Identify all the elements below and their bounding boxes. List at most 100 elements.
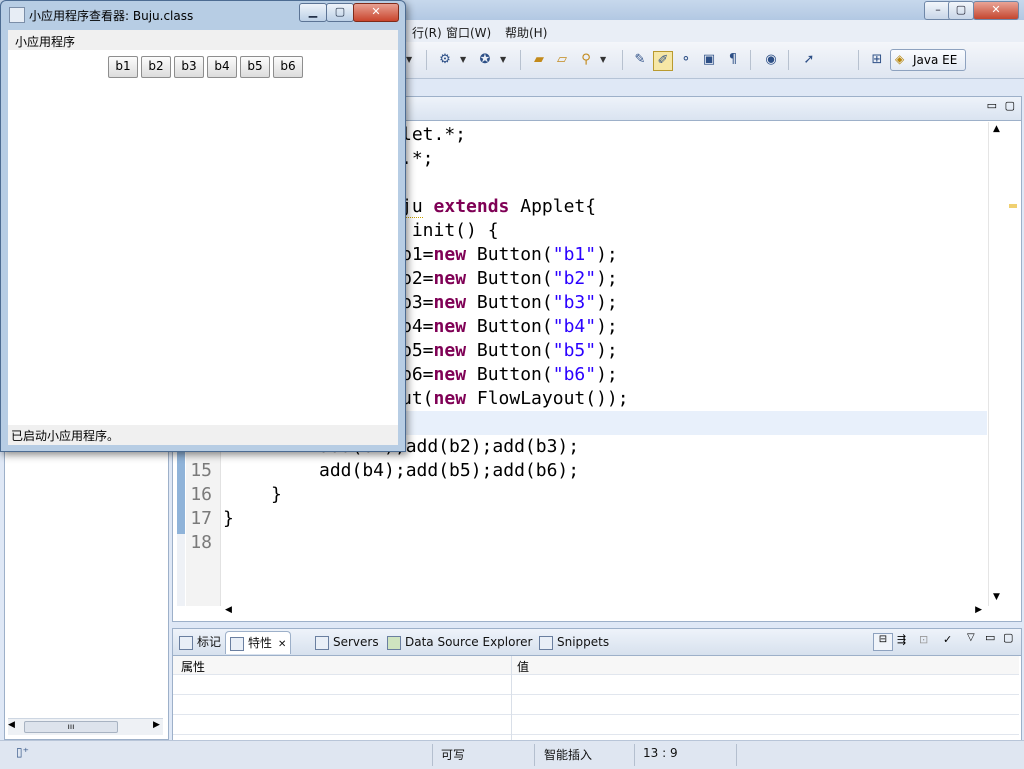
code-line: ut(new FlowLayout()); (401, 388, 629, 409)
applet-maximize-button[interactable]: ▢ (326, 3, 354, 22)
close-icon[interactable]: ✕ (278, 639, 286, 650)
eclipse-close-button[interactable]: ✕ (973, 1, 1019, 20)
minimize-icon[interactable]: ▭ (985, 631, 995, 644)
applet-status-text: 已启动小应用程序。 (11, 429, 120, 443)
code-line: b2=new Button("b2"); (401, 268, 618, 289)
applet-window-title: 小应用程序查看器: Buju.class (29, 9, 194, 23)
tab-data-source-explorer[interactable]: Data Source Explorer (383, 631, 536, 653)
block-select-icon[interactable]: ▣ (700, 51, 718, 69)
scroll-up-icon[interactable]: ▲ (993, 124, 1000, 134)
scroll-left-icon[interactable]: ◀ (225, 605, 232, 615)
menu-run[interactable]: 行(R) (412, 24, 442, 41)
fast-view-icon[interactable]: ▯⁺ (16, 745, 29, 759)
maximize-icon[interactable]: ▢ (1005, 99, 1015, 112)
tab-markers[interactable]: 标记 (175, 631, 225, 653)
highlight-icon[interactable]: ✐ (653, 51, 673, 71)
navigate-icon[interactable]: ➚ (800, 51, 818, 69)
toolbar-separator (858, 50, 859, 70)
occurrences-icon[interactable]: ⚬ (677, 51, 695, 69)
keyword-extends: extends (433, 196, 510, 217)
table-row (173, 716, 1019, 735)
toolbar-separator (622, 50, 623, 70)
overview-marker[interactable] (1009, 204, 1017, 208)
code-line: init() { (401, 220, 499, 241)
code-line: b5=new Button("b5"); (401, 340, 618, 361)
code-line: ju extends Applet{ (401, 196, 597, 218)
scroll-right-icon[interactable]: ▶ (975, 605, 982, 615)
annotation-icon[interactable]: ✎ (631, 51, 649, 69)
globe-icon[interactable]: ◉ (762, 51, 780, 69)
restore-default-icon[interactable]: ✓ (943, 633, 952, 646)
applet-title-bar[interactable]: 小应用程序查看器: Buju.class ▁ ▢ ✕ (1, 1, 405, 27)
applet-menu[interactable]: 小应用程序 (15, 33, 75, 50)
scroll-right-icon[interactable]: ▶ (153, 720, 160, 730)
new-server-icon[interactable]: ⚙ (436, 51, 454, 69)
scroll-down-icon[interactable]: ▼ (993, 592, 1000, 602)
show-advanced-icon[interactable]: ⇶ (897, 633, 906, 646)
eclipse-maximize-button[interactable]: ▢ (948, 1, 974, 20)
code-line: b4=new Button("b4"); (401, 316, 618, 337)
new-wizard-icon[interactable]: ✪ (476, 51, 494, 69)
open-folder-icon[interactable]: ▱ (553, 51, 571, 69)
tab-properties[interactable]: 特性 ✕ (225, 631, 292, 654)
perspective-label: Java EE (913, 53, 958, 67)
applet-minimize-button[interactable]: ▁ (299, 3, 327, 22)
b1-button[interactable]: b1 (108, 56, 138, 78)
line-number: 16 (190, 484, 212, 505)
column-divider (511, 656, 512, 740)
b3-button[interactable]: b3 (174, 56, 204, 78)
table-header-row: 属性 值 (173, 656, 1019, 675)
open-type-icon[interactable]: ▰ (530, 51, 548, 69)
status-insert-mode: 智能插入 (544, 748, 593, 762)
show-whitespace-icon[interactable]: ¶ (724, 51, 742, 69)
filter-icon[interactable]: ⊡ (919, 633, 928, 646)
view-menu-icon[interactable]: ▽ (967, 632, 975, 643)
dropdown-arrow-icon[interactable]: ▼ (406, 55, 412, 64)
tab-servers[interactable]: Servers (311, 631, 383, 653)
show-categories-icon[interactable]: ⊟ (873, 633, 893, 651)
tab-label: Servers (333, 635, 379, 649)
java-ee-perspective-button[interactable]: ◈ Java EE (890, 49, 966, 71)
editor-horizontal-scrollbar[interactable]: ◀ ▶ (221, 605, 988, 619)
tab-snippets[interactable]: Snippets (535, 631, 613, 653)
java-app-icon (9, 7, 25, 23)
maximize-icon[interactable]: ▢ (1003, 631, 1013, 644)
table-row (173, 676, 1019, 695)
line-number: 17 (190, 508, 212, 529)
menu-help[interactable]: 帮助(H) (505, 24, 547, 41)
scrollbar-thumb[interactable]: ııı (24, 721, 118, 733)
dropdown-arrow-icon[interactable]: ▼ (500, 55, 506, 64)
b2-button[interactable]: b2 (141, 56, 171, 78)
b5-button[interactable]: b5 (240, 56, 270, 78)
markers-icon (179, 635, 193, 650)
properties-icon (230, 636, 244, 651)
scroll-left-icon[interactable]: ◀ (8, 720, 15, 730)
toolbar-separator (750, 50, 751, 70)
b4-button[interactable]: b4 (207, 56, 237, 78)
applet-menu-bar: 小应用程序 (8, 30, 398, 50)
search-icon[interactable]: ⚲ (577, 51, 595, 69)
data-source-icon (387, 635, 401, 650)
code-line: } (223, 508, 234, 529)
applet-viewer-window[interactable]: 小应用程序查看器: Buju.class ▁ ▢ ✕ 小应用程序 b1 b2 b… (0, 0, 406, 452)
applet-close-button[interactable]: ✕ (353, 3, 399, 22)
dropdown-arrow-icon[interactable]: ▼ (460, 55, 466, 64)
column-header-property[interactable]: 属性 (181, 658, 205, 675)
editor-vertical-scrollbar[interactable]: ▲ ▼ (988, 122, 1019, 606)
minimize-icon[interactable]: ▭ (987, 99, 997, 112)
tab-label: Snippets (557, 635, 610, 649)
line-number: 15 (190, 460, 212, 481)
code-line: let.*; (401, 124, 467, 145)
b6-button[interactable]: b6 (273, 56, 303, 78)
applet-status-bar: 已启动小应用程序。 (8, 425, 398, 445)
open-perspective-icon[interactable]: ⊞ (868, 51, 886, 69)
column-header-value[interactable]: 值 (517, 658, 529, 675)
menu-window[interactable]: 窗口(W) (446, 24, 491, 41)
status-separator (432, 744, 433, 766)
dropdown-arrow-icon[interactable]: ▼ (600, 55, 606, 64)
left-horizontal-scrollbar[interactable]: ◀ ııı ▶ (8, 718, 163, 735)
line-number: 18 (190, 532, 212, 553)
tab-label: 特性 (248, 636, 273, 650)
snippets-icon (539, 635, 553, 650)
servers-icon (315, 635, 329, 650)
